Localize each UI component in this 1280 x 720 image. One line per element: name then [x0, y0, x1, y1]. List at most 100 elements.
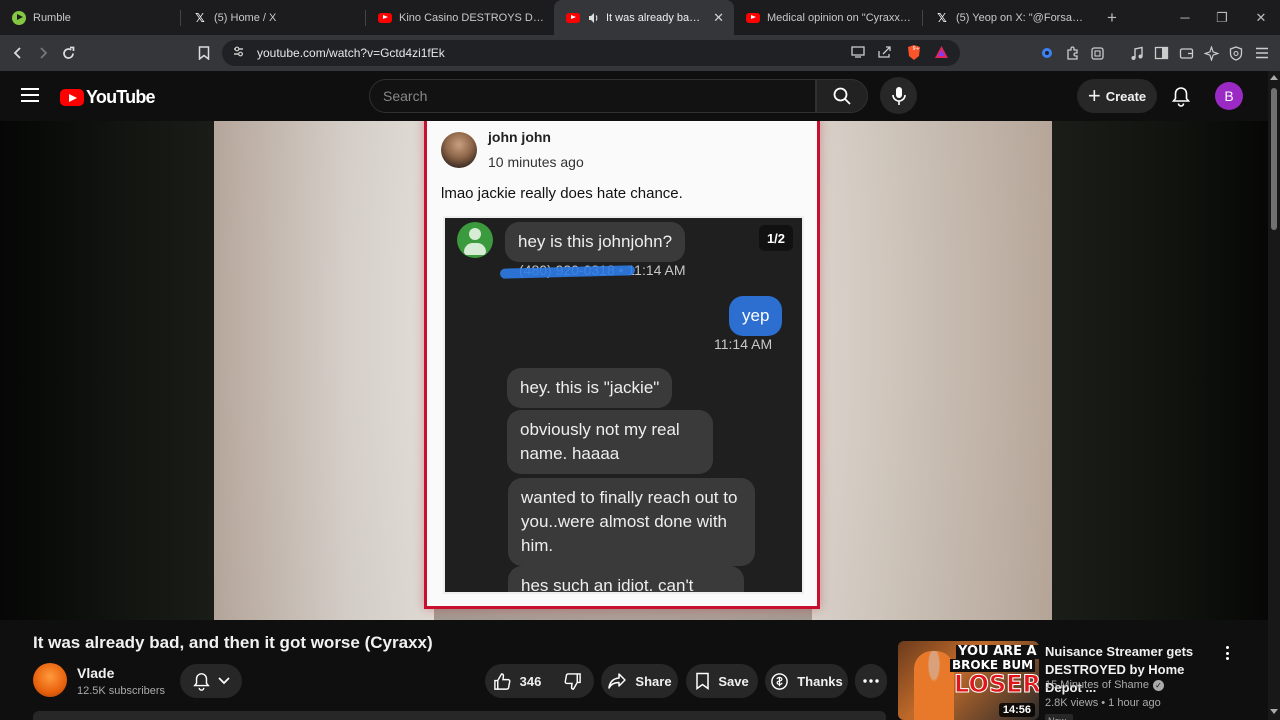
- thumbs-up-icon: [493, 672, 511, 690]
- url-text: youtube.com/watch?v=Gctd4zi1fEk: [257, 46, 445, 60]
- recommended-channel[interactable]: 15 Minutes of Shame ✓: [1045, 679, 1164, 691]
- x-icon: 𝕏: [195, 10, 205, 25]
- share-icon: [608, 673, 627, 689]
- more-actions-button[interactable]: [855, 664, 887, 698]
- thanks-icon: [771, 672, 789, 690]
- speaker-icon[interactable]: [587, 11, 601, 25]
- thumbnail-text: YOU ARE A: [956, 644, 1039, 659]
- post-author: john john: [488, 129, 551, 145]
- youtube-icon: [566, 11, 580, 25]
- back-button[interactable]: [6, 41, 30, 65]
- video-duration: 14:56: [998, 703, 1035, 717]
- notifications-button[interactable]: [1168, 83, 1194, 109]
- screenshot-icon[interactable]: [1089, 45, 1105, 61]
- sms-bubble: obviously not my real name. haaaa: [507, 410, 713, 474]
- subscriber-count: 12.5K subscribers: [77, 685, 166, 697]
- address-bar[interactable]: youtube.com/watch?v=Gctd4zi1fEk 9+: [222, 40, 960, 66]
- save-button[interactable]: Save: [686, 664, 758, 698]
- scrollbar-thumb[interactable]: [1271, 88, 1277, 230]
- browser-toolbar: youtube.com/watch?v=Gctd4zi1fEk 9+: [0, 35, 1280, 71]
- sms-bubble: hes such an idiot. can't: [508, 566, 744, 592]
- extension-blue-icon[interactable]: [1039, 45, 1055, 61]
- search-icon: [833, 87, 851, 105]
- tab-kino-casino[interactable]: Kino Casino DESTROYS DSP aga: [366, 0, 554, 35]
- save-label: Save: [718, 673, 749, 689]
- post-author-avatar: [441, 132, 477, 168]
- sms-bubble: hey. this is "jackie": [507, 368, 673, 408]
- bell-icon: [1172, 86, 1190, 107]
- save-icon: [696, 672, 710, 690]
- microphone-icon: [891, 86, 906, 105]
- create-label: Create: [1105, 88, 1147, 104]
- leo-ai-icon[interactable]: [1203, 45, 1219, 61]
- cast-icon[interactable]: [850, 45, 866, 62]
- share-button[interactable]: Share: [601, 664, 678, 698]
- youtube-logo[interactable]: YouTube: [60, 87, 156, 108]
- new-tab-button[interactable]: +: [1097, 8, 1127, 28]
- recommended-thumbnail[interactable]: YOU ARE A BROKE BUM LOSER 14:56: [898, 641, 1039, 720]
- browser-tab-strip: Rumble 𝕏 (5) Home / X Kino Casino DESTRO…: [0, 0, 1280, 35]
- tab-label: (5) Yeop on X: "@ForsakenWan: [956, 11, 1087, 24]
- account-avatar[interactable]: B: [1215, 82, 1243, 110]
- wallet-icon[interactable]: [1178, 45, 1194, 61]
- search-field[interactable]: [369, 79, 816, 113]
- bookmark-icon[interactable]: [192, 41, 216, 65]
- minimize-button[interactable]: ─: [1166, 0, 1204, 35]
- tab-x-home[interactable]: 𝕏 (5) Home / X: [181, 0, 365, 35]
- x-icon: 𝕏: [937, 10, 947, 25]
- youtube-icon: [746, 11, 760, 25]
- youtube-masthead: YouTube + Create B: [0, 71, 1280, 121]
- post-time: 10 minutes ago: [488, 154, 584, 170]
- search-input[interactable]: [370, 80, 815, 112]
- thumbs-down-icon: [564, 672, 582, 690]
- voice-search-button[interactable]: [880, 77, 917, 114]
- tab-active-video[interactable]: It was already bad, and t ✕: [554, 0, 734, 35]
- verified-icon: ✓: [1152, 679, 1164, 691]
- tab-yeop-x[interactable]: 𝕏 (5) Yeop on X: "@ForsakenWan: [923, 0, 1097, 35]
- share-page-icon[interactable]: [877, 45, 892, 62]
- dislike-button[interactable]: [553, 672, 594, 691]
- channel-avatar[interactable]: [33, 663, 67, 697]
- tab-label: Rumble: [33, 11, 71, 24]
- sidebar-toggle-icon[interactable]: [1153, 45, 1169, 61]
- brave-badge: 9+: [913, 46, 920, 52]
- scroll-up-arrow[interactable]: [1270, 75, 1278, 80]
- thanks-label: Thanks: [797, 673, 843, 689]
- sms-screenshot: 1/2 hey is this johnjohn? (480) 920-0318…: [443, 216, 804, 594]
- create-button[interactable]: + Create: [1077, 79, 1157, 113]
- restore-button[interactable]: ❐: [1203, 0, 1241, 35]
- site-settings-icon[interactable]: [232, 45, 245, 61]
- close-tab-icon[interactable]: ✕: [713, 10, 724, 26]
- vpn-shield-icon[interactable]: [1228, 45, 1244, 61]
- chevron-down-icon: [217, 677, 230, 685]
- scroll-down-arrow[interactable]: [1270, 709, 1278, 714]
- brave-rewards-icon[interactable]: [934, 45, 949, 62]
- post-text: lmao jackie really does hate chance.: [441, 185, 683, 202]
- search-button[interactable]: [816, 79, 868, 113]
- like-button[interactable]: 346: [485, 672, 554, 691]
- extensions-puzzle-icon[interactable]: [1064, 45, 1080, 61]
- sms-reply-time: 11:14 AM: [714, 336, 773, 352]
- brave-shields-icon[interactable]: 9+: [906, 44, 922, 64]
- browser-menu-icon[interactable]: [1254, 45, 1270, 61]
- thanks-button[interactable]: Thanks: [765, 664, 848, 698]
- subscription-notifications-button[interactable]: [180, 664, 242, 698]
- tab-label: It was already bad, and t: [606, 11, 705, 24]
- thumbnail-text: LOSER: [954, 670, 1040, 698]
- description-box[interactable]: [33, 711, 886, 720]
- close-window-button[interactable]: ✕: [1242, 0, 1280, 35]
- guide-menu-icon[interactable]: [21, 88, 39, 102]
- forward-button[interactable]: [31, 41, 55, 65]
- more-vertical-icon[interactable]: [1219, 644, 1235, 662]
- channel-name[interactable]: Vlade: [77, 665, 114, 681]
- tab-medical-opinion[interactable]: Medical opinion on "Cyraxx"'s m: [734, 0, 922, 35]
- youtube-logo-text: YouTube: [86, 87, 156, 107]
- like-dislike-group: 346: [485, 664, 594, 698]
- page-indicator: 1/2: [759, 225, 793, 251]
- tab-rumble[interactable]: Rumble: [0, 0, 180, 35]
- page-scrollbar[interactable]: [1268, 71, 1280, 720]
- video-title: It was already bad, and then it got wors…: [33, 633, 433, 652]
- music-icon[interactable]: [1129, 45, 1145, 61]
- reload-button[interactable]: [56, 41, 80, 65]
- video-player[interactable]: john john 10 minutes ago lmao jackie rea…: [0, 121, 1268, 620]
